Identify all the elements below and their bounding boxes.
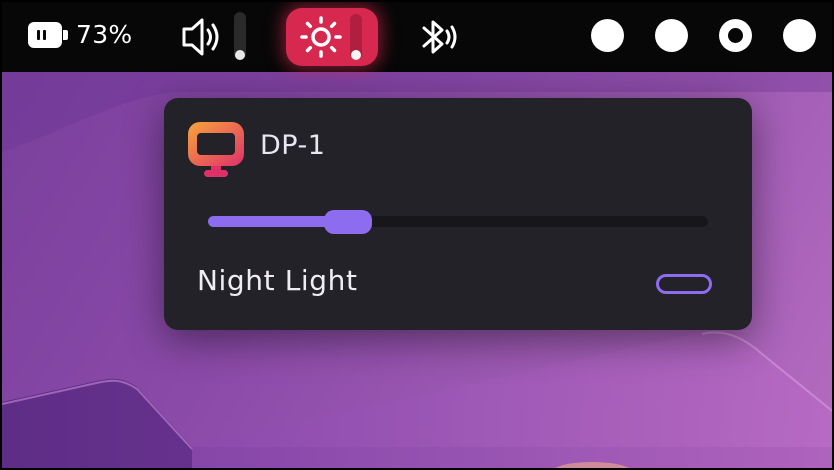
battery-icon [28,21,68,48]
volume-control[interactable] [180,12,250,62]
brightness-thumb[interactable] [324,210,372,234]
display-brightness-popup: DP-1 Night Light [164,98,752,330]
sun-icon [300,16,342,58]
battery-percent: 73% [76,20,133,49]
display-name: DP-1 [260,130,326,161]
workspace-1-button[interactable] [591,19,624,52]
night-light-label: Night Light [197,264,358,297]
top-bar: 73% [2,2,832,72]
workspace-3-button-active[interactable] [719,19,752,52]
brightness-slider-knob[interactable] [351,50,361,60]
night-light-toggle[interactable] [656,274,712,294]
volume-slider[interactable] [234,12,246,60]
desktop-screen: 73% DP-1 Night Light [0,0,834,470]
bluetooth-icon[interactable] [416,14,462,60]
speaker-icon [182,18,219,56]
brightness-control[interactable] [286,8,378,66]
workspace-2-button[interactable] [655,19,688,52]
brightness-track[interactable] [208,216,708,227]
brightness-slider[interactable] [350,14,362,60]
volume-slider-knob[interactable] [235,50,245,60]
workspace-4-button[interactable] [783,19,816,52]
monitor-icon [188,122,244,177]
battery-indicator[interactable]: 73% [28,20,132,49]
